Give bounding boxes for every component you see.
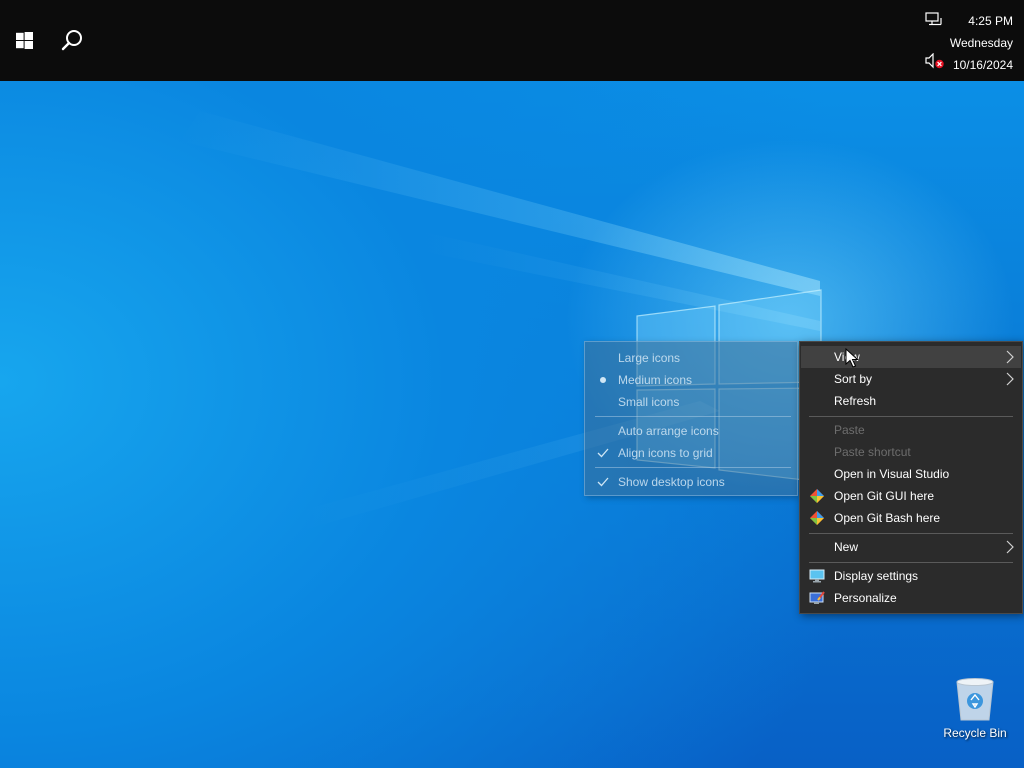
menu-separator — [595, 467, 791, 468]
menu-separator — [809, 533, 1013, 534]
menu-item-label: Paste — [834, 423, 865, 437]
menu-item-personalize[interactable]: Personalize — [801, 587, 1021, 609]
menu-separator — [595, 416, 791, 417]
search-button[interactable] — [52, 20, 92, 60]
menu-item-auto-arrange-icons[interactable]: Auto arrange icons — [585, 420, 797, 442]
desktop-context-menu: View Sort by Refresh Paste Paste shortcu… — [799, 341, 1023, 614]
menu-item-open-in-visual-studio[interactable]: Open in Visual Studio — [801, 463, 1021, 485]
menu-item-label: Large icons — [618, 351, 681, 365]
clock-weekday: Wednesday — [949, 36, 1013, 50]
recycle-bin-icon — [956, 678, 994, 721]
menu-item-label: Open Git GUI here — [834, 489, 935, 503]
git-icon — [810, 511, 824, 525]
chevron-right-icon — [1006, 540, 1014, 554]
chevron-right-icon — [1006, 372, 1014, 386]
windows-logo-icon — [15, 31, 33, 49]
menu-item-label: Open in Visual Studio — [834, 467, 950, 481]
menu-item-label: Personalize — [834, 591, 897, 605]
menu-item-label: Open Git Bash here — [834, 511, 941, 525]
menu-item-paste[interactable]: Paste — [801, 419, 1021, 441]
menu-item-display-settings[interactable]: Display settings — [801, 565, 1021, 587]
checkmark-icon — [595, 442, 611, 464]
menu-separator — [809, 562, 1013, 563]
taskbar: 4:25 PM Wednesday 10/16/2024 — [0, 0, 1024, 81]
menu-item-label: Display settings — [834, 569, 919, 583]
menu-item-label: Sort by — [834, 372, 873, 386]
menu-item-medium-icons[interactable]: Medium icons — [585, 369, 797, 391]
menu-item-large-icons[interactable]: Large icons — [585, 347, 797, 369]
menu-item-show-desktop-icons[interactable]: Show desktop icons — [585, 471, 797, 493]
menu-item-label: Refresh — [834, 394, 877, 408]
menu-item-refresh[interactable]: Refresh — [801, 390, 1021, 412]
radio-bullet-icon — [595, 369, 611, 391]
clock[interactable]: 4:25 PM Wednesday 10/16/2024 — [933, 10, 1013, 76]
view-submenu: Large icons Medium icons Small icons Aut… — [584, 341, 798, 496]
menu-separator — [809, 416, 1013, 417]
menu-item-label: Auto arrange icons — [618, 424, 719, 438]
git-icon — [810, 489, 824, 503]
monitor-icon — [809, 569, 825, 583]
menu-item-paste-shortcut[interactable]: Paste shortcut — [801, 441, 1021, 463]
menu-item-label: Show desktop icons — [618, 475, 725, 489]
menu-item-view[interactable]: View — [801, 346, 1021, 368]
menu-item-open-git-gui[interactable]: Open Git GUI here — [801, 485, 1021, 507]
menu-item-label: Align icons to grid — [618, 446, 713, 460]
start-button[interactable] — [4, 20, 44, 60]
mouse-cursor-icon — [845, 348, 859, 368]
clock-date: 10/16/2024 — [952, 58, 1013, 72]
menu-item-small-icons[interactable]: Small icons — [585, 391, 797, 413]
search-icon — [61, 30, 82, 51]
menu-item-sort-by[interactable]: Sort by — [801, 368, 1021, 390]
clock-time: 4:25 PM — [968, 14, 1013, 28]
checkmark-icon — [595, 471, 611, 493]
menu-item-open-git-bash[interactable]: Open Git Bash here — [801, 507, 1021, 529]
menu-item-label: Medium icons — [618, 373, 693, 387]
menu-item-label: New — [834, 540, 859, 554]
personalize-icon — [809, 591, 825, 604]
menu-item-label: Small icons — [618, 395, 680, 409]
recycle-bin[interactable]: Recycle Bin — [938, 676, 1012, 740]
menu-item-label: Paste shortcut — [834, 445, 911, 459]
recycle-bin-label: Recycle Bin — [943, 726, 1007, 740]
menu-item-align-icons-to-grid[interactable]: Align icons to grid — [585, 442, 797, 464]
chevron-right-icon — [1006, 350, 1014, 364]
menu-item-new[interactable]: New — [801, 536, 1021, 558]
